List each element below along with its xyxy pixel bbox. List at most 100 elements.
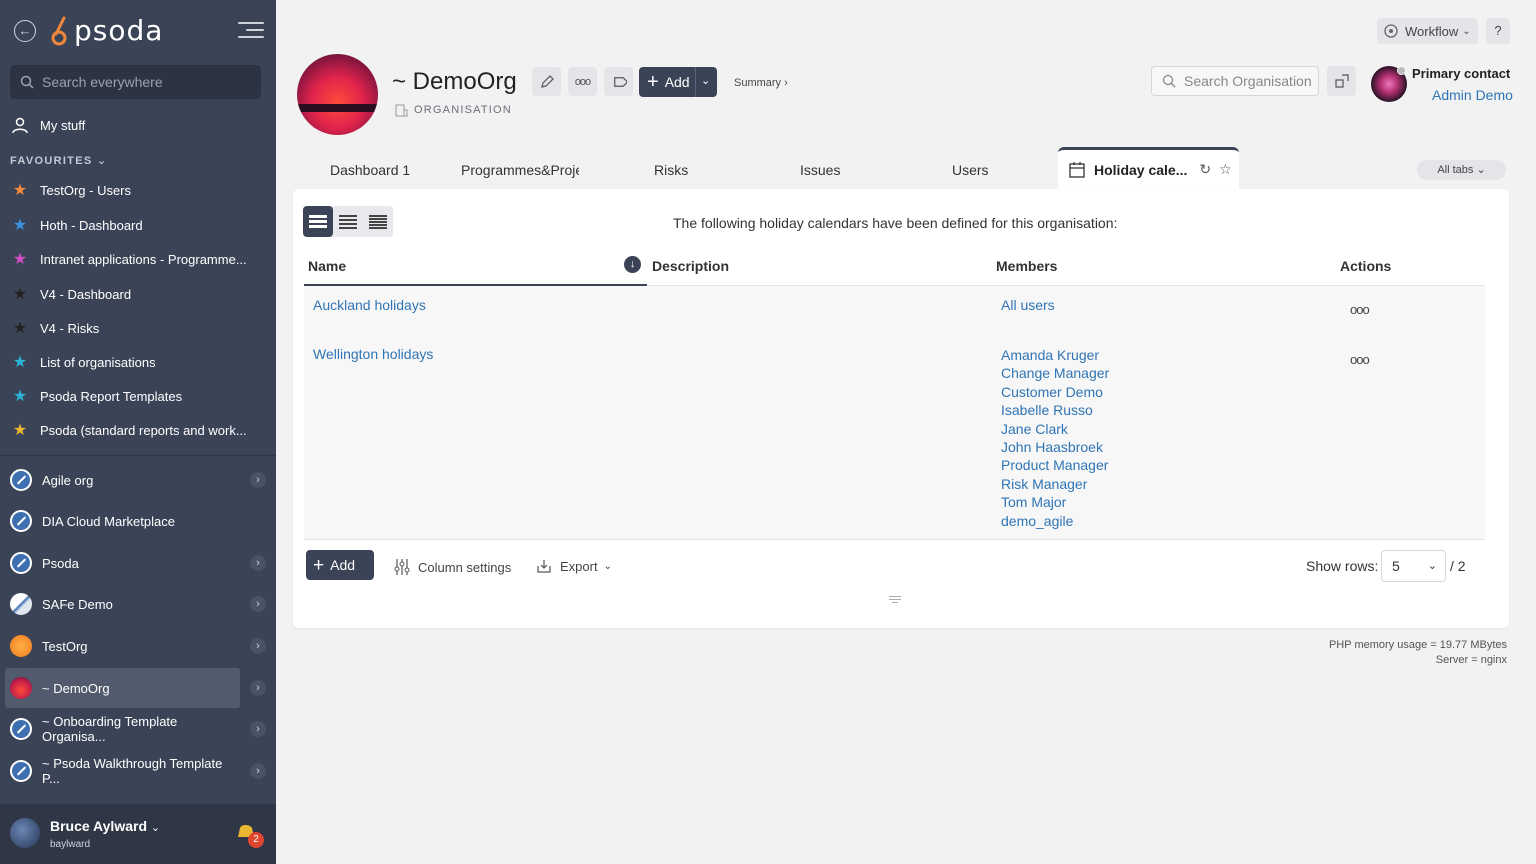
user-avatar[interactable] <box>10 818 40 848</box>
favourite-item[interactable]: ★ V4 - Risks <box>10 313 268 343</box>
chevron-right-icon[interactable]: › <box>250 555 266 571</box>
my-stuff-link[interactable]: My stuff <box>10 110 268 140</box>
sidebar-org-item[interactable]: TestOrg <box>5 626 240 666</box>
favourite-item[interactable]: ★ Psoda Report Templates <box>10 381 268 411</box>
sidebar-org-item[interactable]: Psoda <box>5 543 240 583</box>
sidebar-org-label: Agile org <box>42 472 94 488</box>
list-compact-icon <box>369 214 387 230</box>
column-header-description[interactable]: Description <box>652 258 729 274</box>
sidebar-org-item[interactable]: DIA Cloud Marketplace <box>5 501 240 541</box>
member-link[interactable]: Change Manager <box>1001 364 1109 382</box>
global-search-input[interactable]: Search everywhere <box>10 65 261 99</box>
tab-users[interactable]: Users <box>952 162 989 178</box>
help-button[interactable]: ? <box>1486 18 1510 44</box>
user-panel[interactable]: Bruce Aylward ⌄ baylward <box>0 804 276 864</box>
calendar-name-link[interactable]: Wellington holidays <box>313 346 433 362</box>
sidebar-org-item[interactable]: ~ DemoOrg <box>5 668 240 708</box>
user-name-label: Bruce Aylward <box>50 818 147 834</box>
compass-icon <box>10 510 32 532</box>
view-comfortable-button[interactable] <box>303 206 333 237</box>
member-link[interactable]: Isabelle Russo <box>1001 401 1109 419</box>
table-row <box>304 335 1485 540</box>
star-icon: ★ <box>12 354 28 371</box>
member-link[interactable]: Customer Demo <box>1001 383 1109 401</box>
user-name[interactable]: Bruce Aylward ⌄ <box>50 818 160 834</box>
status-dot <box>1397 66 1406 75</box>
favourite-item[interactable]: ★ List of organisations <box>10 347 268 377</box>
collapse-menu-icon[interactable] <box>238 22 264 40</box>
all-tabs-button[interactable]: All tabs ⌄ <box>1417 160 1506 180</box>
tab-risks[interactable]: Risks <box>654 162 688 178</box>
tab-holiday-calendars[interactable]: Holiday cale... ↻ ☆ <box>1058 147 1239 189</box>
add-calendar-button[interactable]: + Add <box>306 550 374 580</box>
add-button[interactable]: + Add ⌄ <box>639 67 717 97</box>
column-header-members[interactable]: Members <box>996 258 1057 274</box>
org-avatar[interactable] <box>297 54 378 135</box>
back-icon[interactable]: ← <box>14 20 36 42</box>
page-scrollbar[interactable] <box>1527 0 1536 864</box>
column-header-name[interactable]: Name <box>308 258 346 274</box>
switch-view-button[interactable] <box>1327 66 1356 96</box>
tab-programmes-projects[interactable]: Programmes&Proje <box>461 162 579 178</box>
resize-grip-icon[interactable] <box>889 596 901 605</box>
summary-breadcrumb[interactable]: Summary › <box>734 77 788 89</box>
row-actions-button[interactable]: ooo <box>1350 302 1370 317</box>
sidebar-org-item[interactable]: ~ Psoda Walkthrough Template P... <box>5 751 240 791</box>
row-actions-button[interactable]: ooo <box>1350 352 1370 367</box>
chevron-right-icon[interactable]: › <box>250 680 266 696</box>
chevron-right-icon[interactable]: › <box>250 638 266 654</box>
chevron-right-icon[interactable]: › <box>250 596 266 612</box>
favourite-item[interactable]: ★ Hoth - Dashboard <box>10 210 268 240</box>
sort-descending-icon[interactable]: ↓ <box>624 256 641 273</box>
calendar-name-link[interactable]: Auckland holidays <box>313 297 426 313</box>
favourite-label: V4 - Risks <box>40 320 100 336</box>
chevron-down-icon[interactable]: ⌄ <box>701 74 710 87</box>
member-link[interactable]: Tom Major <box>1001 493 1109 511</box>
member-link[interactable]: Amanda Kruger <box>1001 346 1109 364</box>
member-link[interactable]: Product Manager <box>1001 456 1109 474</box>
favourite-label: List of organisations <box>40 354 156 370</box>
member-link[interactable]: Risk Manager <box>1001 475 1109 493</box>
chevron-down-icon: ⌄ <box>150 822 161 834</box>
favourites-header[interactable]: FAVOURITES ⌄ <box>10 154 107 167</box>
favourite-item[interactable]: ★ Intranet applications - Programme... <box>10 244 268 274</box>
chevron-right-icon[interactable]: › <box>250 472 266 488</box>
column-header-actions: Actions <box>1340 258 1392 274</box>
view-medium-button[interactable] <box>333 206 363 237</box>
primary-contact-label: Primary contact <box>1412 66 1511 81</box>
export-label: Export <box>560 558 598 574</box>
primary-contact-link[interactable]: Admin Demo <box>1432 87 1513 103</box>
sidebar-org-item[interactable]: Agile org <box>5 460 240 500</box>
members-link[interactable]: All users <box>1001 297 1055 313</box>
psoda-logo[interactable]: psoda <box>50 14 163 47</box>
view-compact-button[interactable] <box>363 206 393 237</box>
refresh-icon[interactable]: ↻ <box>1199 161 1211 178</box>
more-icon: ooo <box>574 75 591 88</box>
tab-issues[interactable]: Issues <box>800 162 840 178</box>
rows-per-page-select[interactable]: 5 ⌄ <box>1381 550 1446 582</box>
tab-dashboard[interactable]: Dashboard 1 <box>330 162 410 178</box>
memory-usage: PHP memory usage = 19.77 MBytes <box>1328 639 1507 651</box>
edit-button[interactable] <box>532 67 561 96</box>
tag-button[interactable] <box>604 67 633 96</box>
member-link[interactable]: Jane Clark <box>1001 420 1109 438</box>
org-search-input[interactable]: Search Organisation <box>1151 66 1319 96</box>
star-icon[interactable]: ☆ <box>1219 161 1232 178</box>
favourite-item[interactable]: ★ Psoda (standard reports and work... <box>10 415 268 445</box>
workflow-button[interactable]: Workflow ⌄ <box>1377 18 1478 44</box>
sidebar-org-item[interactable]: SAFe Demo <box>5 584 240 624</box>
orange-circle-icon <box>10 635 32 657</box>
chevron-right-icon[interactable]: › <box>250 721 266 737</box>
favourite-item[interactable]: ★ V4 - Dashboard <box>10 279 268 309</box>
column-settings-button[interactable]: Column settings <box>394 558 511 576</box>
member-link[interactable]: John Haasbroek <box>1001 438 1109 456</box>
search-icon <box>1162 74 1176 88</box>
org-type-text: ORGANISATION <box>414 104 512 116</box>
org-search-placeholder: Search Organisation <box>1184 73 1312 89</box>
chevron-right-icon[interactable]: › <box>250 763 266 779</box>
member-link[interactable]: demo_agile <box>1001 512 1109 530</box>
export-button[interactable]: Export ⌄ <box>536 558 612 574</box>
more-options-button[interactable]: ooo <box>568 67 597 96</box>
sidebar-org-item[interactable]: ~ Onboarding Template Organisa... <box>5 709 240 749</box>
favourite-item[interactable]: ★ TestOrg - Users <box>10 175 268 205</box>
